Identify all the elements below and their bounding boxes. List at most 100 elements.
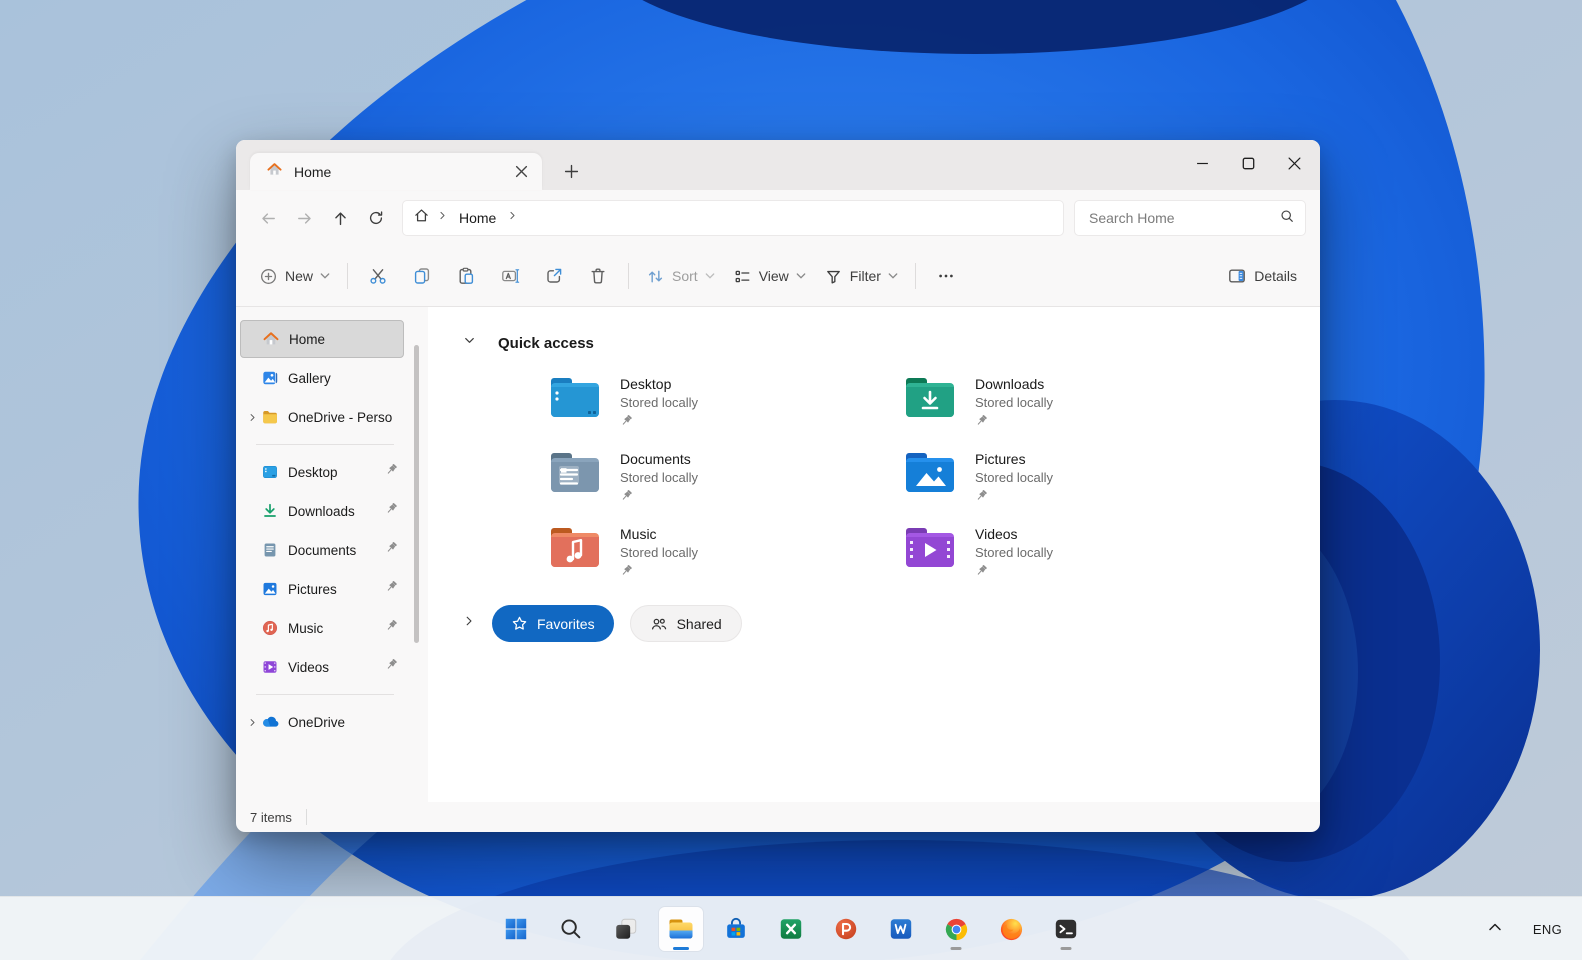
pictures-icon bbox=[260, 580, 280, 598]
search-icon[interactable] bbox=[1279, 208, 1295, 229]
tray-chevron-up-icon[interactable] bbox=[1487, 920, 1503, 939]
rename-icon[interactable] bbox=[488, 257, 532, 295]
folder-tile-downloads[interactable]: Downloads Stored locally bbox=[903, 375, 1258, 429]
paste-icon[interactable] bbox=[444, 257, 488, 295]
copy-icon[interactable] bbox=[400, 257, 444, 295]
toolbar-divider bbox=[914, 263, 916, 289]
breadcrumb-chevron-icon[interactable] bbox=[436, 209, 449, 227]
sidebar-item-pictures[interactable]: Pictures bbox=[240, 570, 404, 608]
desktop-screen: Home Home Search Home New Sort View Filt… bbox=[0, 0, 1582, 960]
sort-button[interactable]: Sort bbox=[637, 259, 724, 294]
file-explorer-button[interactable] bbox=[659, 907, 703, 951]
sidebar-item-music[interactable]: Music bbox=[240, 609, 404, 647]
minimize-button[interactable] bbox=[1179, 140, 1225, 186]
pin-icon bbox=[385, 658, 398, 676]
sidebar-item-home[interactable]: Home bbox=[240, 320, 404, 358]
tile-status: Stored locally bbox=[975, 395, 1054, 410]
sidebar-item-onedrive[interactable]: OneDrive bbox=[240, 703, 404, 741]
powerpoint-button[interactable] bbox=[824, 907, 868, 951]
file-explorer-window: Home Home Search Home New Sort View Filt… bbox=[236, 140, 1320, 832]
people-icon bbox=[651, 618, 666, 629]
excel-button[interactable] bbox=[769, 907, 813, 951]
cut-icon[interactable] bbox=[356, 257, 400, 295]
delete-icon[interactable] bbox=[576, 257, 620, 295]
chevron-down-icon bbox=[320, 273, 330, 279]
sidebar-scrollbar[interactable] bbox=[414, 345, 419, 643]
quick-access-grid: Desktop Stored locally Downloads Stored … bbox=[548, 375, 1320, 579]
task-view-button[interactable] bbox=[604, 907, 648, 951]
maximize-button[interactable] bbox=[1225, 140, 1271, 186]
folder-tile-documents[interactable]: Documents Stored locally bbox=[548, 450, 903, 504]
details-pane-icon bbox=[1229, 269, 1246, 283]
content-pane: Quick access Desktop Stored locally Down… bbox=[428, 307, 1320, 802]
sidebar-item-desktop[interactable]: Desktop bbox=[240, 453, 404, 491]
music-icon bbox=[260, 619, 280, 637]
firefox-button[interactable] bbox=[989, 907, 1033, 951]
view-button-label: View bbox=[758, 268, 789, 284]
folder-tile-pictures[interactable]: Pictures Stored locally bbox=[903, 450, 1258, 504]
favorites-label: Favorites bbox=[537, 615, 595, 632]
expand-chevron-icon[interactable] bbox=[462, 614, 476, 633]
pin-icon bbox=[620, 414, 698, 432]
sidebar-separator bbox=[256, 444, 394, 445]
view-button[interactable]: View bbox=[724, 259, 815, 294]
breadcrumb-home-icon[interactable] bbox=[413, 207, 430, 229]
sidebar-item-onedrive-personal[interactable]: OneDrive - Perso bbox=[240, 398, 404, 436]
more-options-icon[interactable] bbox=[924, 257, 968, 295]
view-list-icon bbox=[735, 270, 750, 282]
documents-icon bbox=[260, 541, 280, 559]
new-button[interactable]: New bbox=[250, 259, 339, 294]
address-bar[interactable]: Home bbox=[402, 200, 1064, 236]
refresh-icon[interactable] bbox=[358, 200, 394, 236]
back-icon[interactable] bbox=[250, 200, 286, 236]
start-button[interactable] bbox=[494, 907, 538, 951]
new-tab-button[interactable] bbox=[556, 156, 586, 186]
folder-tile-desktop[interactable]: Desktop Stored locally bbox=[548, 375, 903, 429]
details-button[interactable]: Details bbox=[1218, 258, 1306, 294]
pivot-row: Favorites Shared bbox=[462, 605, 1320, 642]
terminal-button[interactable] bbox=[1044, 907, 1088, 951]
pin-icon bbox=[975, 414, 1053, 432]
running-indicator bbox=[950, 947, 962, 950]
quick-access-header: Quick access bbox=[428, 307, 1320, 353]
search-button[interactable] bbox=[549, 907, 593, 951]
share-icon[interactable] bbox=[532, 257, 576, 295]
breadcrumb-item-home[interactable]: Home bbox=[455, 210, 500, 226]
store-button[interactable] bbox=[714, 907, 758, 951]
command-toolbar: New Sort View Filter Details bbox=[236, 246, 1320, 307]
sidebar-item-documents[interactable]: Documents bbox=[240, 531, 404, 569]
videos-folder-icon bbox=[903, 525, 957, 571]
folder-icon bbox=[260, 408, 280, 426]
taskbar: ENG bbox=[0, 896, 1582, 960]
word-button[interactable] bbox=[879, 907, 923, 951]
filter-button-label: Filter bbox=[849, 268, 881, 284]
search-input[interactable] bbox=[1089, 210, 1279, 226]
favorites-pivot-button[interactable]: Favorites bbox=[492, 605, 614, 642]
pin-icon bbox=[620, 489, 698, 507]
tab-close-icon[interactable] bbox=[508, 159, 534, 185]
filter-button[interactable]: Filter bbox=[815, 259, 907, 294]
running-indicator bbox=[673, 947, 689, 950]
music-folder-icon bbox=[548, 525, 602, 571]
collapse-chevron-icon[interactable] bbox=[462, 333, 477, 353]
sidebar-item-downloads[interactable]: Downloads bbox=[240, 492, 404, 530]
language-indicator[interactable]: ENG bbox=[1533, 922, 1562, 937]
forward-icon[interactable] bbox=[286, 200, 322, 236]
close-button[interactable] bbox=[1271, 140, 1317, 186]
tab-home[interactable]: Home bbox=[250, 153, 542, 190]
up-icon[interactable] bbox=[322, 200, 358, 236]
shared-pivot-button[interactable]: Shared bbox=[629, 605, 742, 642]
home-icon bbox=[261, 330, 281, 348]
expand-chevron-icon[interactable] bbox=[244, 412, 260, 423]
section-title[interactable]: Quick access bbox=[498, 335, 594, 352]
details-button-label: Details bbox=[1254, 268, 1297, 284]
search-box[interactable] bbox=[1074, 200, 1306, 236]
chevron-down-icon bbox=[796, 273, 806, 279]
expand-chevron-icon[interactable] bbox=[244, 717, 260, 728]
folder-tile-videos[interactable]: Videos Stored locally bbox=[903, 525, 1258, 579]
chrome-button[interactable] bbox=[934, 907, 978, 951]
folder-tile-music[interactable]: Music Stored locally bbox=[548, 525, 903, 579]
sidebar-item-videos[interactable]: Videos bbox=[240, 648, 404, 686]
breadcrumb-chevron-icon[interactable] bbox=[506, 209, 519, 227]
sidebar-item-gallery[interactable]: Gallery bbox=[240, 359, 404, 397]
